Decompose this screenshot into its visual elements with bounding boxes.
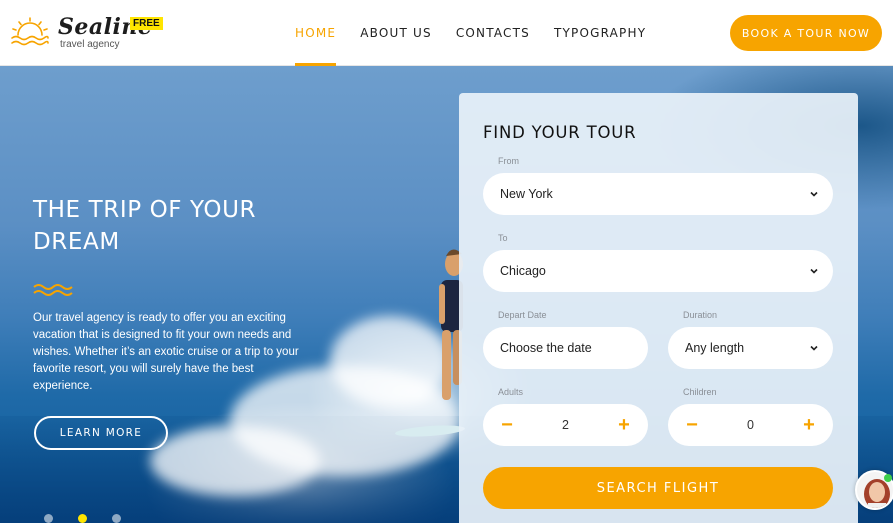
main-nav: HOME ABOUT US CONTACTS TYPOGRAPHY [285, 0, 660, 66]
book-tour-button[interactable]: BOOK A TOUR NOW [730, 15, 882, 51]
search-flight-button[interactable]: SEARCH FLIGHT [483, 467, 833, 509]
panel-title: FIND YOUR TOUR [483, 123, 637, 142]
find-tour-panel: FIND YOUR TOUR From New York To Chicago … [459, 93, 858, 523]
from-select[interactable]: New York [483, 173, 833, 215]
from-label: From [498, 156, 519, 166]
children-decrement-button[interactable]: − [672, 404, 712, 446]
chevron-down-icon [810, 345, 818, 351]
children-label: Children [683, 387, 717, 397]
duration-label: Duration [683, 310, 718, 320]
logo-tagline: travel agency [60, 39, 120, 50]
adults-label: Adults [498, 387, 524, 397]
adults-decrement-button[interactable]: − [487, 404, 527, 446]
children-stepper: − 0 + [668, 404, 833, 446]
children-increment-button[interactable]: + [789, 404, 829, 446]
free-badge: FREE [130, 17, 163, 30]
chevron-down-icon [810, 268, 818, 274]
hero-banner: THE TRIP OF YOUR DREAM Our travel agency… [0, 66, 893, 523]
duration-select[interactable]: Any length [668, 327, 833, 369]
adults-stepper: − 2 + [483, 404, 648, 446]
slider-dot[interactable] [44, 514, 53, 523]
adults-value[interactable]: 2 [562, 404, 569, 446]
depart-date-label: Depart Date [498, 310, 547, 320]
to-label: To [498, 233, 508, 243]
sun-over-waves-icon [11, 17, 49, 46]
learn-more-button[interactable]: LEARN MORE [34, 416, 168, 450]
wave-spray [150, 426, 320, 496]
slider-dots [44, 514, 121, 523]
nav-item-contacts[interactable]: CONTACTS [446, 0, 540, 66]
adults-increment-button[interactable]: + [604, 404, 644, 446]
chevron-down-icon [810, 191, 818, 197]
nav-item-home[interactable]: HOME [285, 0, 346, 66]
logo[interactable]: Sealine FREE travel agency [10, 14, 170, 54]
depart-date-input[interactable]: Choose the date [483, 327, 648, 369]
depart-date-value: Choose the date [500, 341, 592, 355]
hero-title: THE TRIP OF YOUR DREAM [33, 197, 257, 255]
to-select[interactable]: Chicago [483, 250, 833, 292]
to-value: Chicago [500, 264, 546, 278]
slider-dot-active[interactable] [78, 514, 87, 523]
from-value: New York [500, 187, 553, 201]
wave-spray [330, 316, 450, 406]
duration-value: Any length [685, 341, 745, 355]
online-status-dot [884, 474, 892, 482]
hero-description: Our travel agency is ready to offer you … [33, 312, 299, 392]
site-header: Sealine FREE travel agency HOME ABOUT US… [0, 0, 893, 66]
nav-item-typography[interactable]: TYPOGRAPHY [544, 0, 656, 66]
children-value[interactable]: 0 [747, 404, 754, 446]
nav-item-about-us[interactable]: ABOUT US [350, 0, 442, 66]
wave-icon [33, 284, 73, 296]
slider-dot[interactable] [112, 514, 121, 523]
